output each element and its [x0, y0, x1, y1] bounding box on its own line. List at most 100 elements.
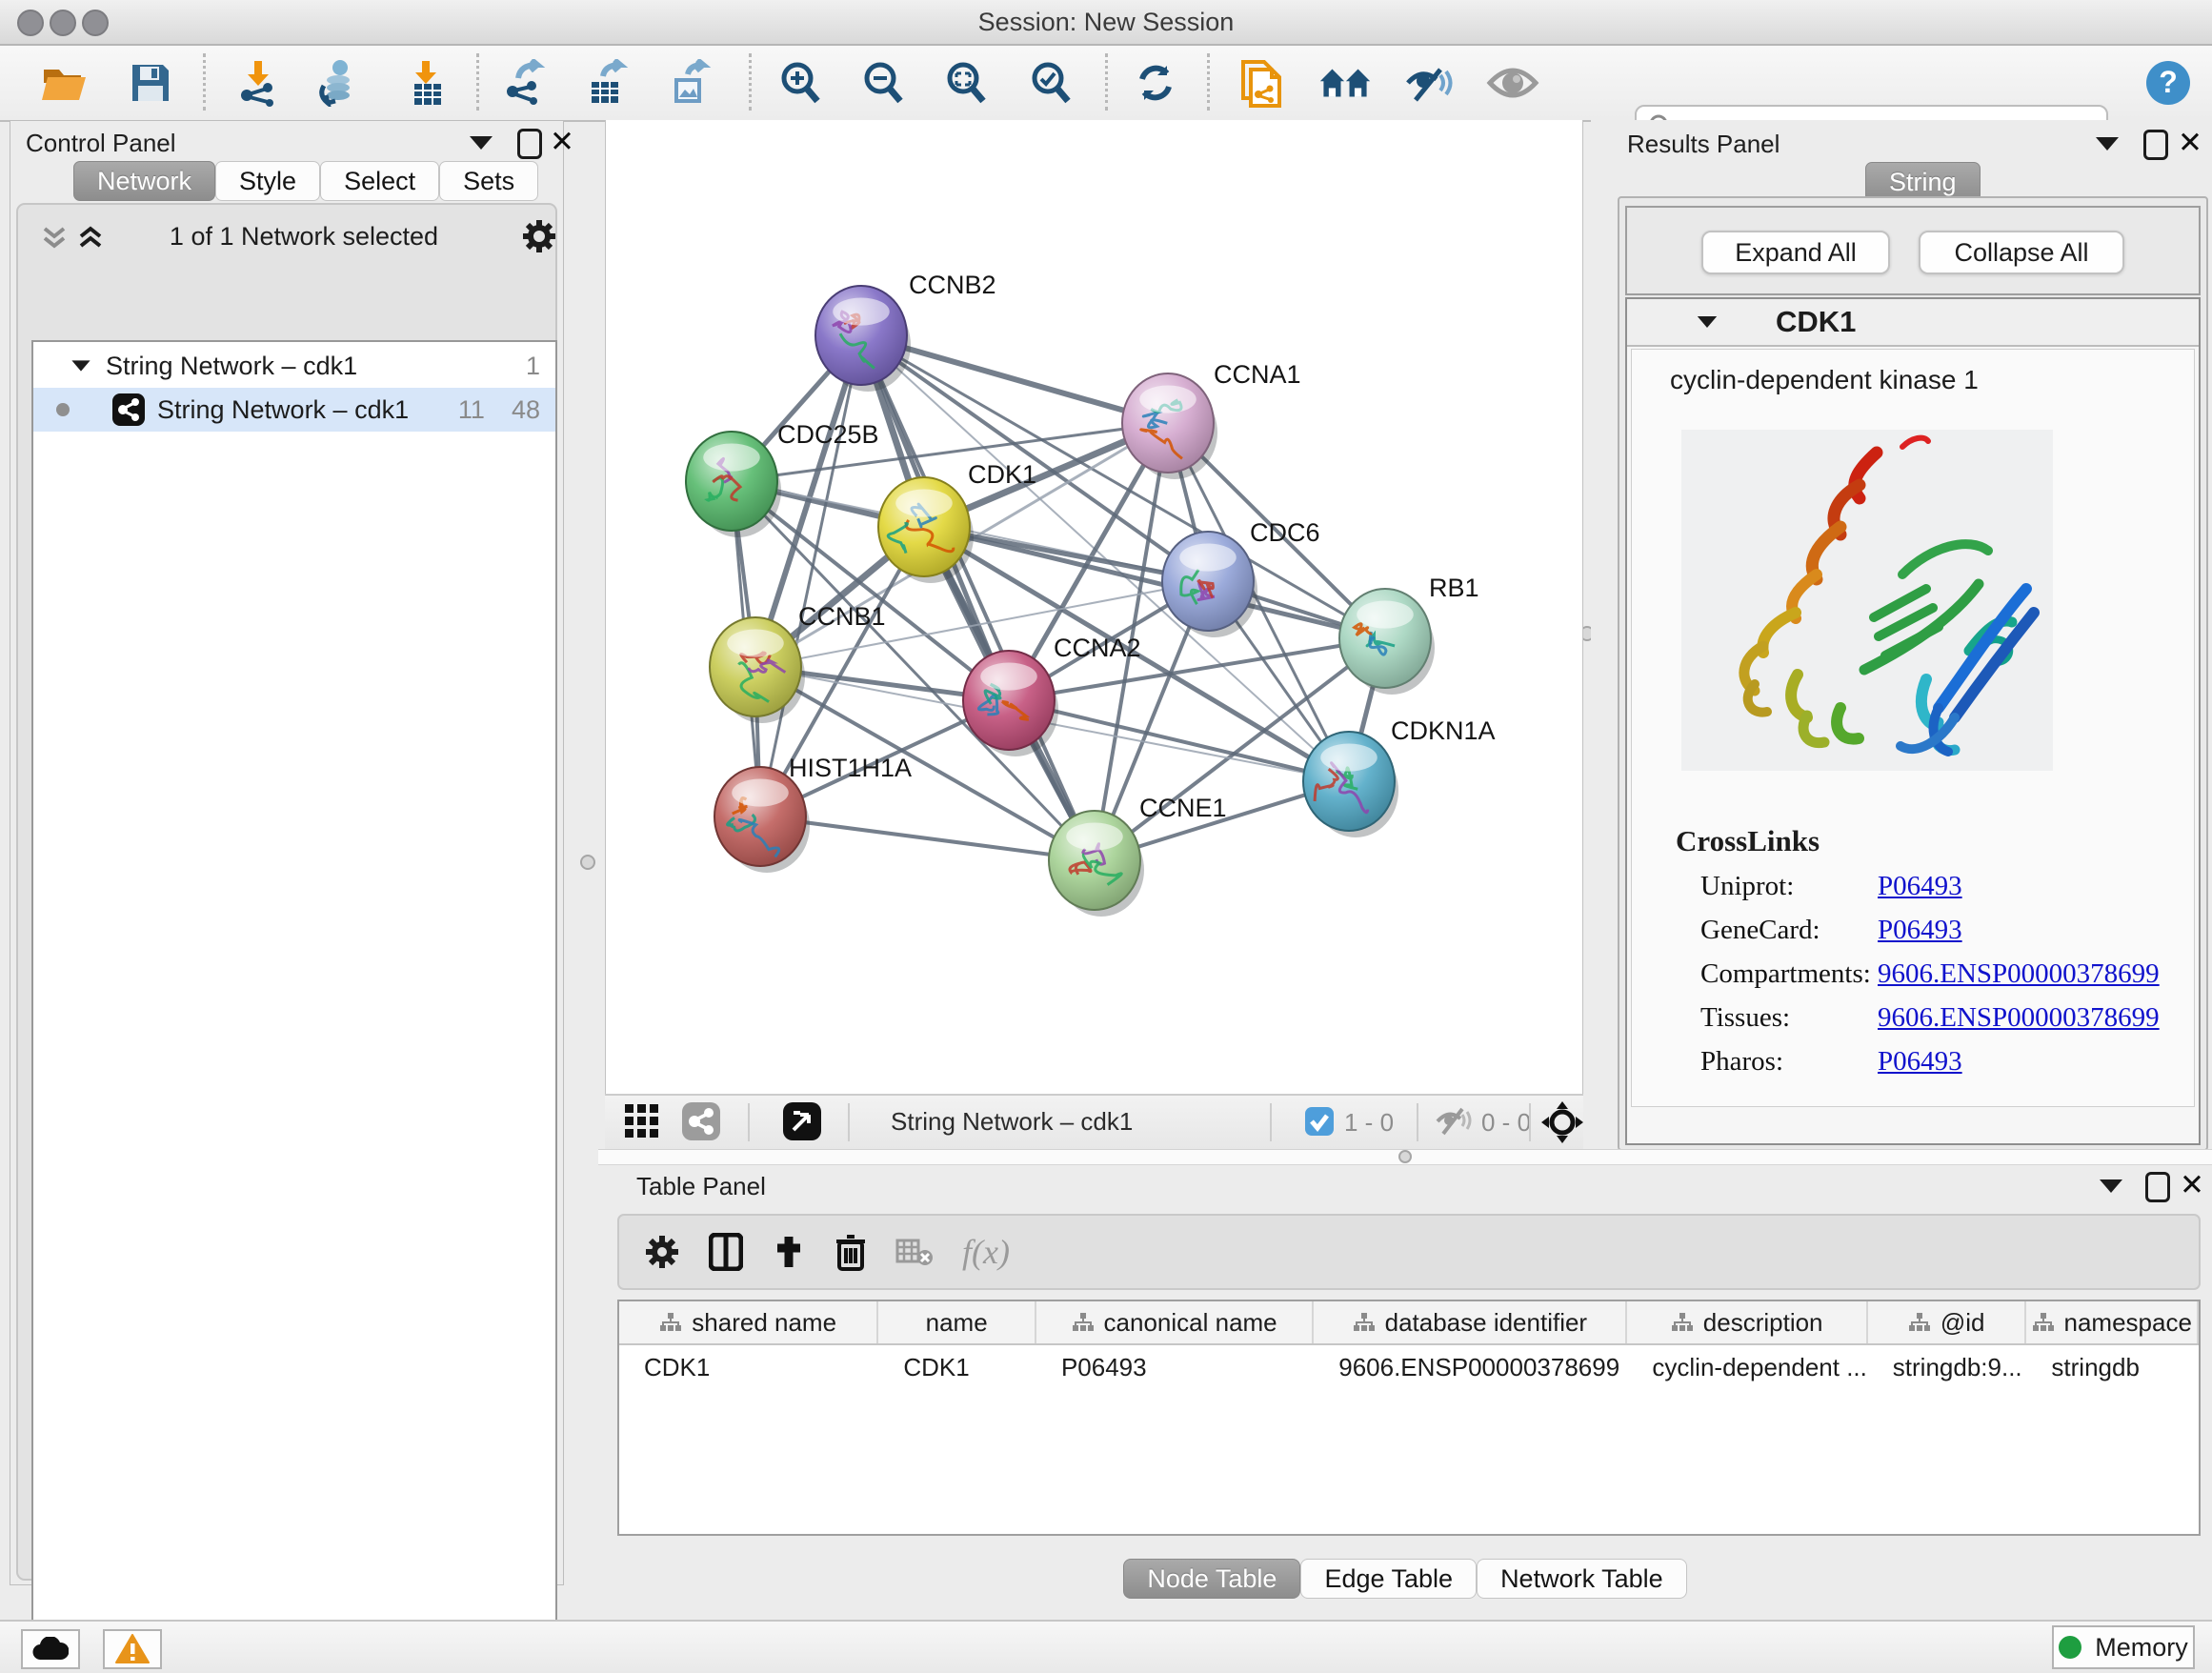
network-node-CCNE1[interactable]: CCNE1 — [1049, 794, 1227, 917]
appearance-eye-button[interactable] — [1486, 56, 1539, 110]
horizontal-splitter[interactable] — [598, 1149, 2212, 1165]
network-node-HIST1H1A[interactable]: HIST1H1A — [714, 754, 912, 873]
tab-node-table[interactable]: Node Table — [1123, 1559, 1300, 1599]
table-panel-close-icon[interactable]: ✕ — [2180, 1170, 2204, 1199]
export-network-button[interactable] — [497, 56, 551, 110]
tab-select[interactable]: Select — [320, 161, 439, 201]
control-panel-close-icon[interactable]: ✕ — [550, 127, 574, 156]
control-panel-float-icon[interactable] — [517, 129, 542, 159]
clear-table-icon[interactable] — [895, 1237, 934, 1267]
tab-network[interactable]: Network — [73, 161, 215, 201]
tab-style[interactable]: Style — [215, 161, 320, 201]
open-in-window-button[interactable] — [782, 1101, 822, 1146]
column-header-namespace[interactable]: namespace — [2026, 1301, 2199, 1343]
gear-icon[interactable] — [521, 218, 557, 254]
save-session-button[interactable] — [124, 56, 177, 110]
open-session-button[interactable] — [38, 56, 91, 110]
table-settings-gear-icon[interactable] — [644, 1234, 680, 1270]
collapse-all-button[interactable]: Collapse All — [1919, 231, 2124, 274]
zoom-out-button[interactable] — [856, 56, 910, 110]
network-node-RB1[interactable]: RB1 — [1339, 574, 1479, 695]
crosslink-link[interactable]: P06493 — [1878, 1046, 1962, 1078]
network-node-CCNA1[interactable]: CCNA1 — [1122, 360, 1301, 479]
help-button[interactable]: ? — [2142, 56, 2195, 110]
table-cell[interactable]: cyclin-dependent ... — [1627, 1345, 1867, 1389]
string-network-graph[interactable]: CCNB2CCNA1CDC25BCDK1CDC6RB1CCNB1CCNA2CDK… — [606, 120, 1582, 1092]
show-columns-icon[interactable] — [709, 1233, 743, 1271]
left-splitter-handle[interactable] — [580, 855, 595, 870]
table-cell[interactable]: stringdb — [2026, 1345, 2199, 1389]
function-builder-icon[interactable]: f(x) — [962, 1232, 1010, 1272]
zoom-selected-button[interactable] — [1024, 56, 1077, 110]
memory-button[interactable]: Memory — [2052, 1625, 2195, 1669]
crosslink-row: Tissues:9606.ENSP00000378699 — [1700, 996, 2177, 1039]
hidden-indicator[interactable] — [1434, 1105, 1474, 1142]
table-cell[interactable]: P06493 — [1036, 1345, 1314, 1389]
tab-edge-table[interactable]: Edge Table — [1300, 1559, 1477, 1599]
tree-expander-icon[interactable] — [71, 360, 90, 371]
crosslink-link[interactable]: 9606.ENSP00000378699 — [1878, 958, 2160, 990]
network-node-CCNB2[interactable]: CCNB2 — [815, 271, 996, 392]
zoom-fit-button[interactable] — [939, 56, 993, 110]
column-header--id[interactable]: @id — [1868, 1301, 2027, 1343]
collection-count: 1 — [526, 352, 540, 381]
network-node-CDK1[interactable]: CDK1 — [878, 460, 1036, 583]
table-cell[interactable]: CDK1 — [619, 1345, 878, 1389]
network-node-CCNB1[interactable]: CCNB1 — [710, 602, 886, 723]
crosslink-link[interactable]: P06493 — [1878, 871, 1962, 902]
tab-network-table[interactable]: Network Table — [1477, 1559, 1687, 1599]
network-share-button[interactable] — [681, 1101, 721, 1146]
zoom-in-button[interactable] — [774, 56, 827, 110]
cdk1-entry-header[interactable]: CDK1 — [1627, 299, 2199, 347]
crosslink-link[interactable]: 9606.ENSP00000378699 — [1878, 1002, 2160, 1034]
results-panel-float-icon[interactable] — [2143, 130, 2168, 160]
network-row[interactable]: String Network – cdk1 11 48 — [33, 388, 555, 432]
network-view-canvas[interactable]: CCNB2CCNA1CDC25BCDK1CDC6RB1CCNB1CCNA2CDK… — [605, 120, 1583, 1094]
birds-eye-view-button[interactable] — [624, 1103, 660, 1144]
column-header-canonical-name[interactable]: canonical name — [1036, 1301, 1314, 1343]
bottom-splitter-handle[interactable] — [1398, 1150, 1412, 1163]
table-cell[interactable]: stringdb:9... — [1868, 1345, 2027, 1389]
export-image-button[interactable] — [663, 56, 716, 110]
network-node-CDKN1A[interactable]: CDKN1A — [1303, 716, 1496, 837]
collapse-all-icon[interactable] — [41, 226, 70, 251]
column-header-shared-name[interactable]: shared name — [619, 1301, 878, 1343]
import-table-file-button[interactable] — [400, 56, 453, 110]
delete-column-trash-icon[interactable] — [835, 1233, 867, 1271]
table-cell[interactable]: CDK1 — [878, 1345, 1036, 1389]
share-document-button[interactable] — [1237, 56, 1291, 110]
network-edge[interactable] — [760, 816, 1095, 860]
table-cell[interactable]: 9606.ENSP00000378699 — [1314, 1345, 1627, 1389]
network-node-CDC6[interactable]: CDC6 — [1162, 518, 1320, 637]
column-header-name[interactable]: name — [878, 1301, 1036, 1343]
export-table-button[interactable] — [580, 56, 633, 110]
import-network-database-button[interactable] — [312, 56, 365, 110]
table-row[interactable]: CDK1CDK1P064939606.ENSP00000378699cyclin… — [619, 1345, 2199, 1389]
add-column-icon[interactable] — [772, 1235, 806, 1269]
hide-unhide-button[interactable] — [1402, 56, 1456, 110]
expand-all-icon[interactable] — [77, 226, 106, 251]
import-network-icon — [235, 59, 281, 107]
results-panel-close-icon[interactable]: ✕ — [2178, 128, 2202, 157]
tab-sets[interactable]: Sets — [439, 161, 538, 201]
network-collection-row[interactable]: String Network – cdk1 1 — [33, 344, 555, 388]
crosslink-link[interactable]: P06493 — [1878, 915, 1962, 946]
cloud-status-button[interactable] — [21, 1629, 80, 1669]
string-home-button[interactable] — [1318, 56, 1372, 110]
entry-expander-icon[interactable] — [1698, 316, 1717, 328]
network-edge[interactable] — [760, 335, 861, 816]
fit-selected-button[interactable] — [1540, 1100, 1584, 1149]
results-panel-collapse-icon[interactable] — [2096, 137, 2119, 151]
network-edge[interactable] — [1009, 700, 1349, 781]
table-panel-float-icon[interactable] — [2145, 1172, 2170, 1202]
import-network-file-button[interactable] — [231, 56, 285, 110]
control-panel-collapse-icon[interactable] — [470, 136, 493, 150]
table-panel-collapse-icon[interactable] — [2100, 1179, 2122, 1193]
column-header-database-identifier[interactable]: database identifier — [1314, 1301, 1627, 1343]
expand-all-button[interactable]: Expand All — [1701, 231, 1890, 274]
refresh-button[interactable] — [1129, 56, 1182, 110]
column-header-description[interactable]: description — [1627, 1301, 1867, 1343]
cloud-icon — [32, 1637, 69, 1662]
warnings-button[interactable] — [103, 1629, 162, 1669]
selected-checkbox[interactable] — [1304, 1106, 1335, 1141]
